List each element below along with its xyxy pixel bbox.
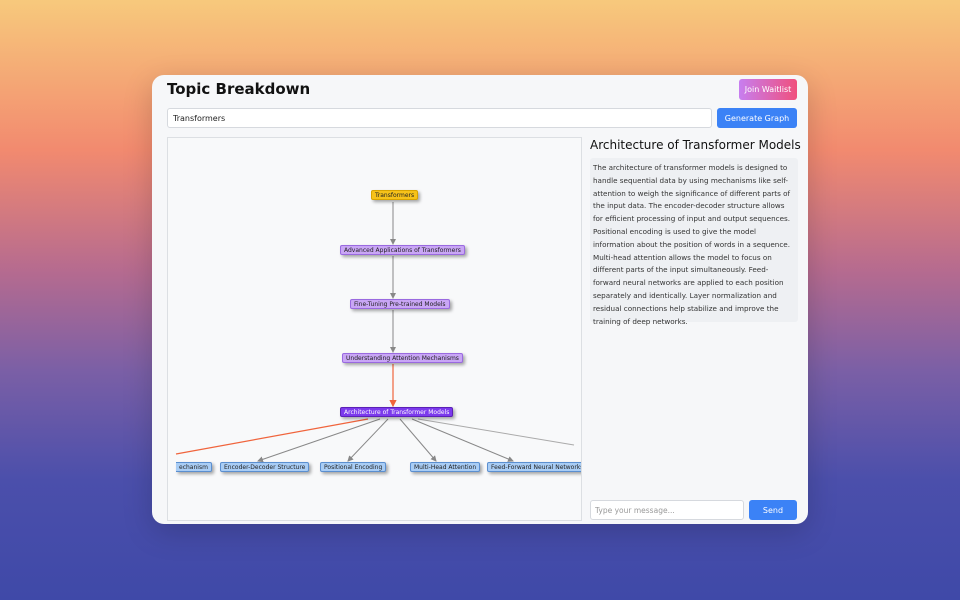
edge-architecture-to-feedforward [411, 418, 514, 462]
generate-graph-button[interactable]: Generate Graph [717, 108, 797, 128]
edge-architecture-to-positional [347, 418, 389, 462]
graph-node-finetuning[interactable]: Fine-Tuning Pre-trained Models [350, 299, 450, 309]
app-window: Topic Breakdown Join Waitlist Generate G… [152, 75, 808, 524]
graph-node-positional-encoding[interactable]: Positional Encoding [320, 462, 387, 472]
edge-architecture-to-offscreen [417, 418, 575, 446]
detail-description: The architecture of transformer models i… [590, 158, 798, 326]
join-waitlist-button[interactable]: Join Waitlist [739, 79, 797, 100]
send-button[interactable]: Send [749, 500, 797, 520]
detail-title: Architecture of Transformer Models [590, 138, 801, 152]
message-input[interactable] [590, 500, 744, 520]
graph-node-encoder-decoder[interactable]: Encoder-Decoder Structure [220, 462, 310, 472]
graph-node-root[interactable]: Transformers [371, 190, 419, 200]
graph-canvas[interactable]: Transformers Advanced Applications of Tr… [167, 137, 582, 521]
graph-node-multihead-attention[interactable]: Multi-Head Attention [410, 462, 481, 472]
graph-node-mechanism[interactable]: echanism [176, 462, 212, 472]
topic-input[interactable] [167, 108, 712, 128]
page-title: Topic Breakdown [167, 80, 311, 98]
graph-node-feedforward[interactable]: Feed-Forward Neural Networks [487, 462, 581, 472]
graph-node-architecture[interactable]: Architecture of Transformer Models [340, 407, 454, 417]
edge-architecture-to-encoder-decoder [257, 418, 381, 463]
edge-architecture-to-multihead [399, 418, 437, 462]
graph-node-applications[interactable]: Advanced Applications of Transformers [340, 245, 465, 255]
edge-architecture-to-mechanism [175, 418, 369, 455]
graph-node-attention[interactable]: Understanding Attention Mechanisms [342, 353, 463, 363]
